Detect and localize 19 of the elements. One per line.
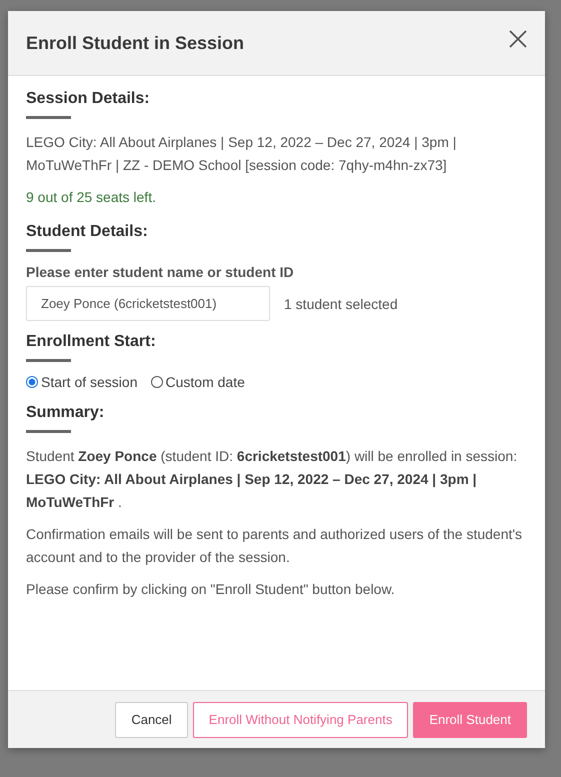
summary-text: Student Zoey Ponce (student ID: 6cricketstest001) will be enrolled in session: LEGO City: All About Airplanes | Sep 12, 2022 – Dec 27, 2024 | 3pm | MoTuWeThFr .: [26, 447, 518, 512]
summary-text: Confirmation emails will be sent to parents and authorized users of the student's account and to the provider of the session.: [26, 525, 524, 567]
radio-label: Start of session: [41, 374, 138, 390]
section-heading: Session Details:: [26, 90, 151, 108]
field-label: Please enter student name or student ID: [26, 264, 295, 280]
summary-text: Please confirm by clicking on "Enroll Student" button below.: [26, 580, 396, 599]
close-icon[interactable]: [508, 29, 528, 49]
cancel-button[interactable]: Cancel: [115, 702, 188, 738]
radio-label: Custom date: [166, 374, 245, 390]
section-heading: Summary:: [26, 404, 106, 422]
radio-button[interactable]: [150, 376, 162, 388]
section-heading: Student Details:: [26, 223, 149, 241]
dialog-title: Enroll Student in Session: [26, 32, 244, 54]
seats-left-text: 9 out of 25 seats left.: [26, 188, 157, 207]
section-heading: Enrollment Start:: [26, 333, 157, 351]
selection-count: 1 student selected: [284, 296, 398, 312]
session-description: LEGO City: All About Airplanes | Sep 12, 2022 – Dec 27, 2024 | 3pm | MoTuWeThFr | ZZ - DEMO School [session code: 7qhy-m4hn-zx73]: [26, 133, 458, 175]
student-field[interactable]: Zoey Ponce (6cricketstest001): [26, 286, 270, 321]
radio-button[interactable]: [26, 376, 38, 388]
